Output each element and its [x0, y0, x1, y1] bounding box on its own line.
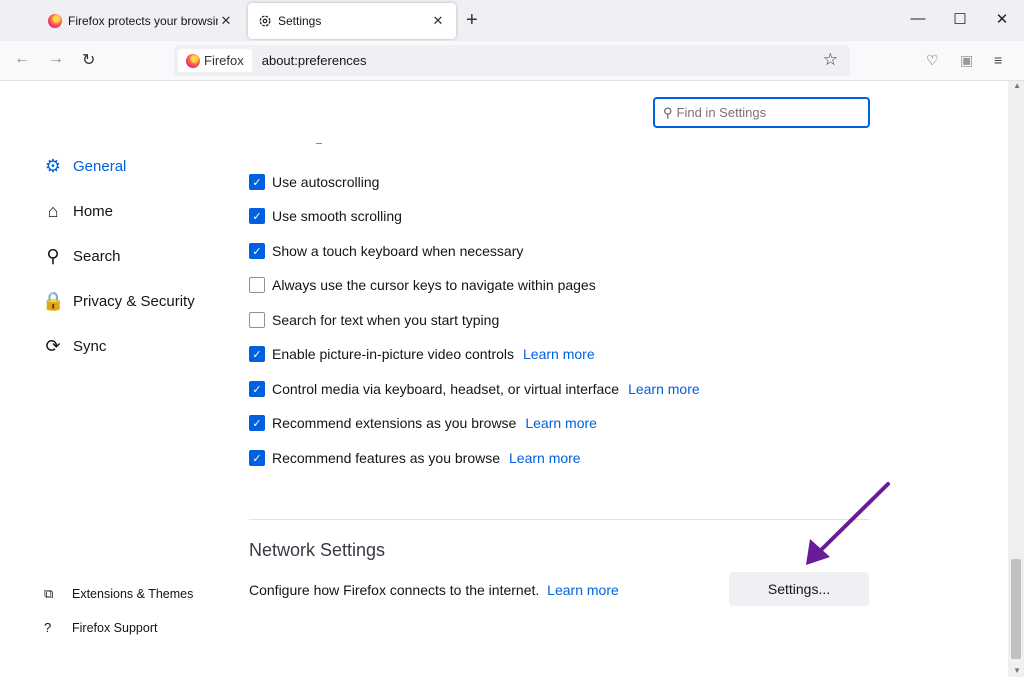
settings-page: ⚲ ⚙ General ⌂ Home ⚲ Search 🔒 Privacy & … [0, 81, 1024, 677]
menu-icon[interactable]: ≡ [994, 52, 1002, 68]
option-label: Always use the cursor keys to navigate w… [272, 277, 596, 293]
help-icon: ? [44, 620, 52, 635]
checkbox[interactable]: ✓ [249, 174, 265, 190]
close-icon[interactable]: ✕ [218, 13, 234, 29]
sidebar-item-label: General [73, 158, 127, 175]
checkbox[interactable]: ✓ [249, 208, 265, 224]
sidebar-item-sync[interactable]: ⟳ Sync [42, 336, 106, 357]
option-touch-keyboard[interactable]: ✓ Show a touch keyboard when necessary [249, 243, 523, 259]
option-label: Show a touch keyboard when necessary [272, 243, 524, 259]
option-label: Control media via keyboard, headset, or … [272, 381, 620, 397]
checkbox[interactable]: ✓ [249, 450, 265, 466]
option-label: Use smooth scrolling [272, 208, 402, 224]
new-tab-button[interactable]: + [466, 9, 478, 32]
sidebar-item-home[interactable]: ⌂ Home [42, 201, 113, 222]
learn-more-link[interactable]: Learn more [628, 381, 700, 397]
sidebar-item-label: Sync [73, 338, 107, 355]
sidebar-item-label: Search [73, 248, 121, 265]
option-picture-in-picture[interactable]: ✓ Enable picture-in-picture video contro… [249, 346, 595, 362]
identity-label: Firefox [204, 53, 244, 68]
checkbox[interactable]: ✓ [249, 415, 265, 431]
learn-more-link[interactable]: Learn more [525, 415, 597, 431]
network-settings-description: Configure how Firefox connects to the in… [249, 582, 619, 598]
find-in-settings[interactable]: ⚲ [653, 97, 870, 128]
option-label: Recommend features as you browse [272, 450, 500, 466]
gear-icon: ⚙ [44, 156, 62, 176]
extension-icon[interactable]: ▣ [960, 52, 973, 69]
reload-button[interactable]: ↻ [82, 50, 95, 70]
sidebar-item-search[interactable]: ⚲ Search [42, 246, 121, 267]
pocket-icon[interactable]: ♡ [926, 52, 939, 69]
scroll-down-icon[interactable]: ▼ [1013, 666, 1021, 675]
sync-icon: ⟳ [45, 336, 61, 356]
extensions-themes-link[interactable]: ⧉ Extensions & Themes [44, 586, 193, 602]
learn-more-link[interactable]: Learn more [547, 582, 619, 598]
footer-link-label: Firefox Support [72, 620, 158, 635]
section-divider [249, 519, 869, 520]
network-settings-heading: Network Settings [249, 540, 386, 560]
tab-bar: Firefox protects your browsing... ✕ Sett… [0, 0, 1024, 41]
firefox-icon [48, 14, 62, 28]
checkbox[interactable]: ✓ [249, 243, 265, 259]
search-icon: ⚲ [663, 104, 673, 120]
nav-bar: ← → ↻ Firefox about:preferences ☆ ♡ ▣ ≡ [0, 41, 1024, 81]
back-button[interactable]: ← [14, 50, 30, 68]
search-input[interactable] [676, 105, 857, 120]
option-label: Use autoscrolling [272, 174, 380, 190]
sidebar-item-general[interactable]: ⚙ General [42, 156, 126, 177]
forward-button[interactable]: → [48, 50, 64, 68]
tab-firefox-protects[interactable]: Firefox protects your browsing... ✕ [38, 3, 244, 39]
firefox-icon [186, 53, 200, 68]
footer-link-label: Extensions & Themes [72, 587, 194, 601]
option-label: Enable picture-in-picture video controls [272, 346, 515, 362]
option-smooth-scrolling[interactable]: ✓ Use smooth scrolling [249, 208, 402, 224]
annotation-arrow [806, 482, 890, 565]
puzzle-icon: ⧉ [44, 586, 54, 601]
tab-settings[interactable]: Settings ✕ [248, 3, 456, 39]
scrollbar[interactable]: ▲ ▼ [1008, 81, 1024, 677]
scroll-up-icon[interactable]: ▲ [1013, 81, 1021, 90]
close-icon[interactable]: ✕ [430, 13, 446, 29]
checkbox[interactable] [249, 312, 265, 328]
option-media-control[interactable]: ✓ Control media via keyboard, headset, o… [249, 381, 700, 397]
tab-title: Firefox protects your browsing... [68, 14, 218, 28]
tab-title: Settings [278, 14, 322, 28]
option-autoscrolling[interactable]: ✓ Use autoscrolling [249, 174, 379, 190]
checkbox[interactable] [249, 277, 265, 293]
network-settings-button[interactable]: Settings... [729, 572, 869, 606]
option-label: Recommend extensions as you browse [272, 415, 517, 431]
window-close-button[interactable]: ✕ [992, 10, 1012, 28]
sidebar-item-privacy[interactable]: 🔒 Privacy & Security [42, 291, 195, 312]
url-bar[interactable]: Firefox about:preferences ☆ [174, 45, 850, 76]
home-icon: ⌂ [47, 201, 59, 221]
identity-box[interactable]: Firefox [178, 49, 252, 72]
description-text: Configure how Firefox connects to the in… [249, 582, 540, 598]
option-recommend-extensions[interactable]: ✓ Recommend extensions as you browse Lea… [249, 415, 597, 431]
lock-icon: 🔒 [42, 291, 65, 311]
learn-more-link[interactable]: Learn more [523, 346, 595, 362]
search-icon: ⚲ [46, 246, 60, 266]
checkbox[interactable]: ✓ [249, 381, 265, 397]
bookmark-star-icon[interactable]: ☆ [823, 50, 838, 70]
gear-icon [259, 15, 271, 27]
firefox-support-link[interactable]: ? Firefox Support [44, 620, 157, 635]
learn-more-link[interactable]: Learn more [509, 450, 581, 466]
scrollbar-thumb[interactable] [1011, 559, 1021, 659]
maximize-button[interactable]: ☐ [950, 10, 970, 28]
clipped-text-fragment [316, 143, 322, 144]
sidebar-item-label: Privacy & Security [73, 293, 195, 310]
sidebar-item-label: Home [73, 203, 114, 220]
option-search-text[interactable]: Search for text when you start typing [249, 312, 499, 328]
minimize-button[interactable]: — [908, 10, 928, 27]
checkbox[interactable]: ✓ [249, 346, 265, 362]
option-label: Search for text when you start typing [272, 312, 500, 328]
option-recommend-features[interactable]: ✓ Recommend features as you browse Learn… [249, 450, 581, 466]
url-text[interactable]: about:preferences [262, 53, 367, 68]
option-cursor-keys[interactable]: Always use the cursor keys to navigate w… [249, 277, 596, 293]
